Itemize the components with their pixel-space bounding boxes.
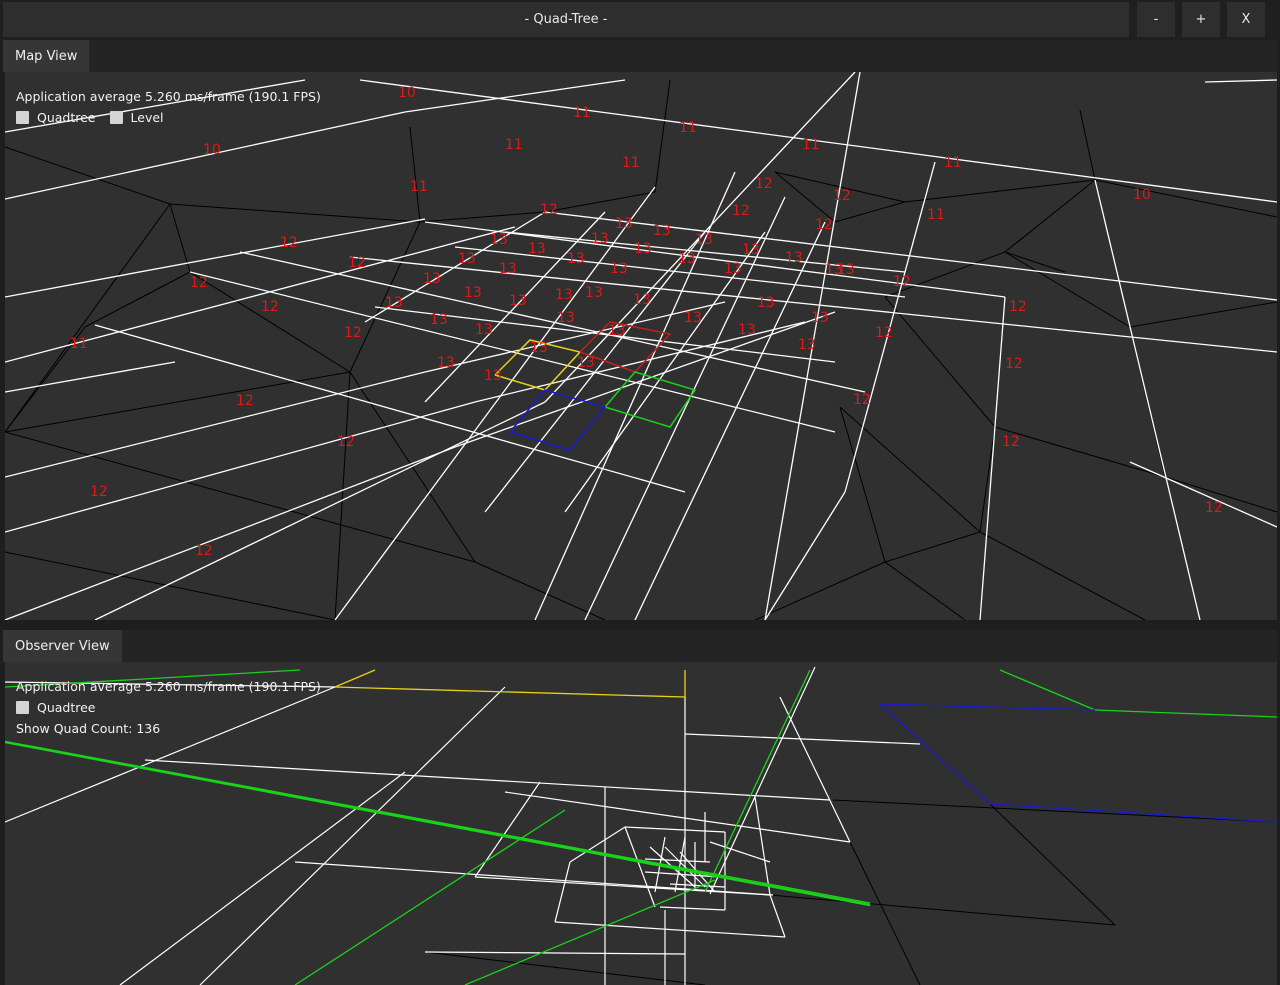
level-label: 11: [410, 179, 428, 195]
level-label: 13: [430, 312, 448, 328]
map-fps-text: Application average 5.260 ms/frame (190.…: [16, 89, 321, 104]
level-checkbox[interactable]: Level: [109, 110, 164, 125]
level-label: 12: [893, 274, 911, 290]
level-label: 12: [236, 393, 254, 409]
level-label: 11: [573, 105, 591, 121]
level-label: 12: [1005, 356, 1023, 372]
level-label: 13: [585, 285, 603, 301]
level-label: 13: [499, 261, 517, 277]
level-label: 13: [653, 223, 671, 239]
observer-mesh-lines: [424, 799, 1277, 985]
level-checkbox-box[interactable]: [109, 111, 123, 124]
map-view-overlay: Application average 5.260 ms/frame (190.…: [16, 86, 321, 128]
level-label: 12: [755, 176, 773, 192]
level-label: 12: [540, 202, 558, 218]
level-label: 13: [615, 216, 633, 232]
level-label: 10: [1133, 187, 1151, 203]
level-label: 12: [337, 434, 355, 450]
level-label: 12: [348, 255, 366, 271]
level-label: 13: [742, 242, 760, 258]
map-view-scene: 10111110 1111111110111212121113 13121213 13…: [5, 72, 1277, 620]
level-label: 13: [437, 355, 455, 371]
level-label: 13: [811, 310, 829, 326]
level-label: 11: [505, 137, 523, 153]
level-label: 13: [555, 287, 573, 303]
level-label: 12: [1002, 434, 1020, 450]
level-label: 13: [798, 337, 816, 353]
level-label: 13: [757, 295, 775, 311]
close-button[interactable]: X: [1227, 2, 1265, 37]
observer-view-viewport[interactable]: Application average 5.260 ms/frame (190.…: [5, 662, 1277, 985]
maximize-button[interactable]: +: [1182, 2, 1220, 37]
level-label: 13: [684, 310, 702, 326]
level-label: 13: [678, 251, 696, 267]
level-label: 12: [195, 543, 213, 559]
level-label: 10: [398, 85, 416, 101]
minimize-button[interactable]: -: [1137, 2, 1175, 37]
level-label: 13: [634, 241, 652, 257]
tab-observer-view[interactable]: Observer View: [3, 630, 122, 662]
level-label: 11: [944, 155, 962, 171]
terrain-mesh-lines: [5, 79, 1277, 620]
level-label: 12: [1009, 299, 1027, 315]
level-label: 11: [70, 336, 88, 352]
tab-map-view[interactable]: Map View: [3, 40, 90, 72]
quad-count-text: Show Quad Count: 136: [16, 721, 161, 736]
level-label: 13: [567, 251, 585, 267]
observer-quadtree-checkbox-label: Quadtree: [37, 700, 96, 715]
window-title[interactable]: - Quad-Tree -: [3, 2, 1129, 37]
level-label: 13: [475, 322, 493, 338]
observer-quadtree-checkbox[interactable]: Quadtree: [16, 700, 96, 715]
level-label: 13: [557, 310, 575, 326]
level-label: 12: [833, 188, 851, 204]
level-label: 13: [695, 232, 713, 248]
level-label: 13: [591, 231, 609, 247]
level-label: 13: [610, 261, 628, 277]
level-labels: 10111110 1111111110111212121113 13121213 13…: [70, 85, 1223, 559]
level-checkbox-label: Level: [130, 110, 164, 125]
level-label: 13: [464, 285, 482, 301]
map-view-tabstrip: Map View: [3, 40, 1277, 72]
level-label: 13: [785, 250, 803, 266]
quad-grid-lines: [5, 72, 1277, 620]
quadtree-checkbox-box[interactable]: [16, 111, 29, 124]
level-label: 13: [385, 295, 403, 311]
level-label: 11: [802, 137, 820, 153]
level-label: 13: [509, 293, 527, 309]
level-label: 13: [837, 262, 855, 278]
level-label: 12: [815, 217, 833, 233]
map-view-viewport[interactable]: 10 11 11 10 11 11 11 11 10 11 12 12 12 11 13 13 12 12 13 13…: [5, 72, 1277, 620]
level-label: 12: [190, 275, 208, 291]
level-label: 13: [577, 355, 595, 371]
level-label: 13: [738, 322, 756, 338]
level-label: 12: [280, 235, 298, 251]
level-label: 12: [853, 392, 871, 408]
level-label: 12: [1205, 500, 1223, 516]
level-label: 12: [344, 325, 362, 341]
level-label: 13: [530, 340, 548, 356]
level-label: 11: [622, 155, 640, 171]
level-label: 13: [724, 261, 742, 277]
level-label: 13: [490, 232, 508, 248]
level-label: 12: [261, 299, 279, 315]
level-label: 13: [458, 251, 476, 267]
level-label: 13: [633, 292, 651, 308]
level-label: 11: [927, 207, 945, 223]
observer-view-overlay: Application average 5.260 ms/frame (190.…: [16, 676, 321, 739]
level-label: 12: [732, 203, 750, 219]
level-label: 10: [203, 142, 221, 158]
level-label: 12: [875, 325, 893, 341]
level-label: 13: [423, 271, 441, 287]
level-label: 13: [484, 368, 502, 384]
level-label: 13: [608, 323, 626, 339]
observer-view-tabstrip: Observer View: [3, 630, 1277, 662]
title-bar: - Quad-Tree - - + X: [0, 0, 1280, 40]
observer-quadtree-checkbox-box[interactable]: [16, 701, 29, 714]
level-label: 12: [90, 484, 108, 500]
level-label: 13: [528, 241, 546, 257]
quadtree-checkbox[interactable]: Quadtree: [16, 110, 96, 125]
quadtree-checkbox-label: Quadtree: [37, 110, 96, 125]
observer-fps-text: Application average 5.260 ms/frame (190.…: [16, 679, 321, 694]
level-label: 11: [679, 120, 697, 136]
